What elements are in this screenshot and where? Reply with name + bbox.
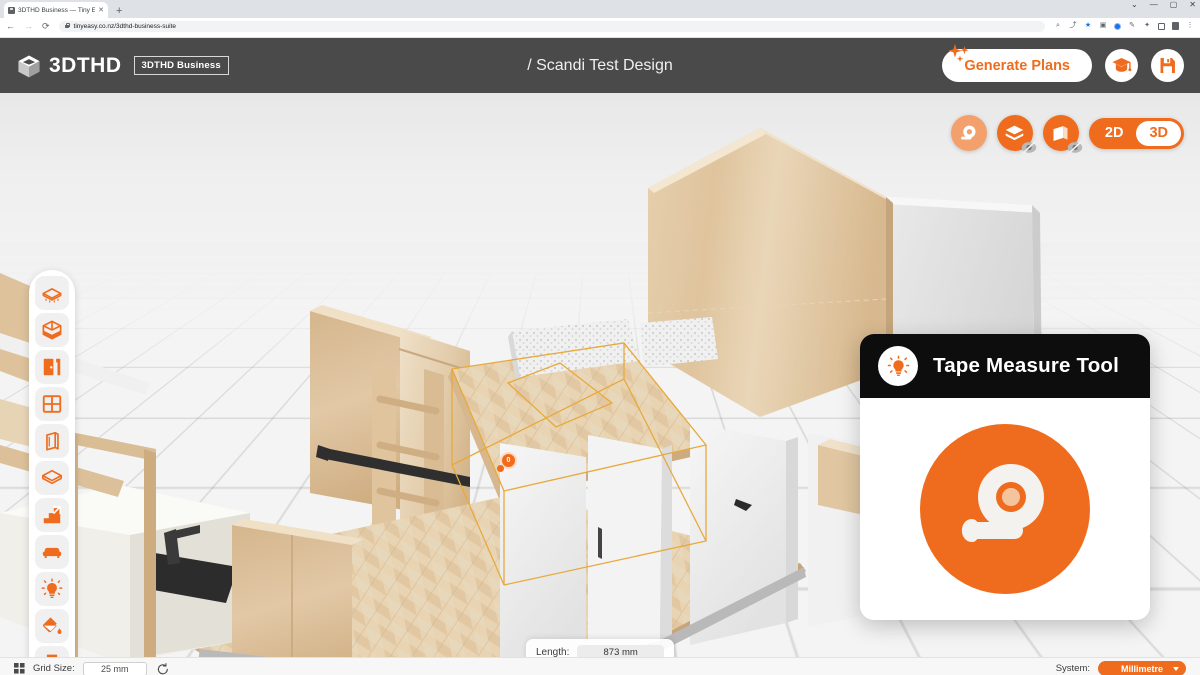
tab-favicon <box>8 6 15 14</box>
new-tab-button[interactable]: + <box>116 6 122 17</box>
graduation-cap-icon <box>1112 57 1132 72</box>
lighting-tool-button[interactable] <box>35 572 69 606</box>
back-button[interactable]: ← <box>6 21 15 31</box>
sidepanel-icon[interactable] <box>1158 22 1165 30</box>
wall-visibility-button[interactable] <box>1042 115 1083 154</box>
tape-measure-icon <box>961 125 976 139</box>
viewport-3d[interactable]: 0 2D 3D Tape Measure Tool Length: 873 mm <box>0 93 1200 675</box>
grid-icon <box>14 663 25 674</box>
status-bar: Grid Size: System: Millimetre <box>0 657 1200 675</box>
tool-card-header: Tape Measure Tool <box>860 334 1150 398</box>
view-2d-button[interactable]: 2D <box>1092 121 1137 146</box>
window-tool-button[interactable] <box>35 387 69 421</box>
paint-bucket-icon <box>42 617 62 635</box>
room-icon <box>42 320 62 340</box>
roof-visibility-button[interactable] <box>996 115 1037 154</box>
status-bar-left: Grid Size: <box>14 661 171 675</box>
grid-size-label: Grid Size: <box>33 663 75 674</box>
tool-card-badge <box>878 346 918 386</box>
stairs-tool-button[interactable] <box>35 498 69 532</box>
pen-icon[interactable]: ✎ <box>1128 22 1136 30</box>
system-units-value: Millimetre <box>1120 663 1163 674</box>
wall-tool-button[interactable] <box>35 424 69 458</box>
zoom-icon[interactable]: ⌕ <box>1054 22 1062 30</box>
learn-button[interactable] <box>1105 49 1138 82</box>
lightbulb-icon <box>887 355 909 376</box>
tab-title: 3DTHD Business — Tiny Easy - T <box>18 6 96 14</box>
generate-plans-button[interactable]: Generate Plans <box>942 44 1092 82</box>
reset-icon <box>157 662 168 674</box>
status-bar-right: System: Millimetre <box>1056 661 1186 675</box>
save-button[interactable] <box>1151 49 1184 82</box>
system-label: System: <box>1055 663 1090 674</box>
cube-logo-icon <box>18 54 40 77</box>
left-toolbar <box>29 270 75 675</box>
header-actions: Generate Plans <box>942 44 1184 82</box>
grid-size-input[interactable] <box>82 661 147 675</box>
window-controls: ⌄ — ▢ ✕ <box>1131 1 1196 9</box>
share-icon[interactable]: ⤴ <box>1069 22 1077 30</box>
brand-logo[interactable]: 3DTHD <box>16 53 122 79</box>
tool-info-card: Tape Measure Tool <box>860 334 1150 620</box>
generate-plans-label: Generate Plans <box>964 57 1070 74</box>
reset-grid-button[interactable] <box>155 662 171 675</box>
brand-name: 3DTHD <box>49 53 122 77</box>
tool-card-illustration <box>920 424 1090 594</box>
floor-tool-button[interactable] <box>35 276 69 310</box>
star-icon[interactable]: ★ <box>1084 22 1092 30</box>
camera-icon[interactable]: ▣ <box>1099 22 1107 30</box>
eye-slash-icon <box>1067 141 1083 154</box>
system-units-select[interactable]: Millimetre <box>1098 661 1186 675</box>
view-3d-button[interactable]: 3D <box>1136 120 1181 146</box>
view-controls: 2D 3D <box>950 115 1184 154</box>
window-icon <box>42 395 62 413</box>
tab-close-icon[interactable]: ✕ <box>98 6 104 14</box>
address-bar[interactable]: tinyeasy.co.nz/3dthd-business-suite <box>58 20 1045 32</box>
stairs-icon <box>43 505 62 524</box>
menu-icon[interactable]: ⋮ <box>1186 22 1194 30</box>
browser-tabstrip: 3DTHD Business — Tiny Easy - T ✕ + ⌄ — ▢… <box>0 0 1200 18</box>
browser-tab[interactable]: 3DTHD Business — Tiny Easy - T ✕ <box>4 2 108 18</box>
eye-slash-icon <box>1021 141 1037 154</box>
profile-icon[interactable] <box>1172 22 1179 30</box>
furniture-tool-button[interactable] <box>35 535 69 569</box>
measure-marker-nub[interactable] <box>497 465 504 472</box>
furniture-icon <box>42 547 62 559</box>
app-header: 3DTHD 3DTHD Business / Scandi Test Desig… <box>0 38 1200 93</box>
window-maximize-button[interactable]: ▢ <box>1170 1 1178 9</box>
save-icon <box>1160 58 1175 73</box>
tool-card-body <box>860 398 1150 620</box>
reload-button[interactable]: ⟳ <box>42 21 50 31</box>
app-root: 3DTHD 3DTHD Business / Scandi Test Desig… <box>0 38 1200 675</box>
tape-measure-icon <box>961 464 1044 542</box>
door-tool-button[interactable] <box>35 350 69 384</box>
lock-icon <box>65 23 71 29</box>
ceiling-icon <box>42 469 62 485</box>
browser-extension-icons: ⌕ ⤴ ★ ▣ ✎ ✦ ⋮ <box>1054 22 1194 30</box>
door-icon <box>43 358 61 376</box>
dimension-toggle: 2D 3D <box>1088 117 1184 149</box>
window-close-button[interactable]: ✕ <box>1189 1 1196 9</box>
tape-measure-button[interactable] <box>950 115 987 151</box>
ceiling-tool-button[interactable] <box>35 461 69 495</box>
window-minimize-button[interactable]: — <box>1150 1 1158 9</box>
length-label: Length: <box>536 646 570 658</box>
browser-toolbar: ← → ⟳ tinyeasy.co.nz/3dthd-business-suit… <box>0 18 1200 34</box>
puzzle-icon[interactable]: ✦ <box>1143 22 1151 30</box>
window-chevron-icon[interactable]: ⌄ <box>1131 1 1138 9</box>
chevron-down-icon <box>1173 666 1179 671</box>
material-tool-button[interactable] <box>35 609 69 643</box>
url-text: tinyeasy.co.nz/3dthd-business-suite <box>73 22 177 30</box>
room-tool-button[interactable] <box>35 313 69 347</box>
brand: 3DTHD 3DTHD Business <box>16 53 229 79</box>
blue-extension-icon[interactable] <box>1114 22 1121 30</box>
brand-badge: 3DTHD Business <box>133 56 229 75</box>
browser-chrome: 3DTHD Business — Tiny Easy - T ✕ + ⌄ — ▢… <box>0 0 1200 38</box>
wall-icon <box>46 431 59 451</box>
forward-button[interactable]: → <box>24 21 33 31</box>
floor-icon <box>42 288 62 303</box>
tool-card-title: Tape Measure Tool <box>933 354 1120 377</box>
sparkle-icon <box>948 44 970 63</box>
lightbulb-icon <box>41 578 63 598</box>
